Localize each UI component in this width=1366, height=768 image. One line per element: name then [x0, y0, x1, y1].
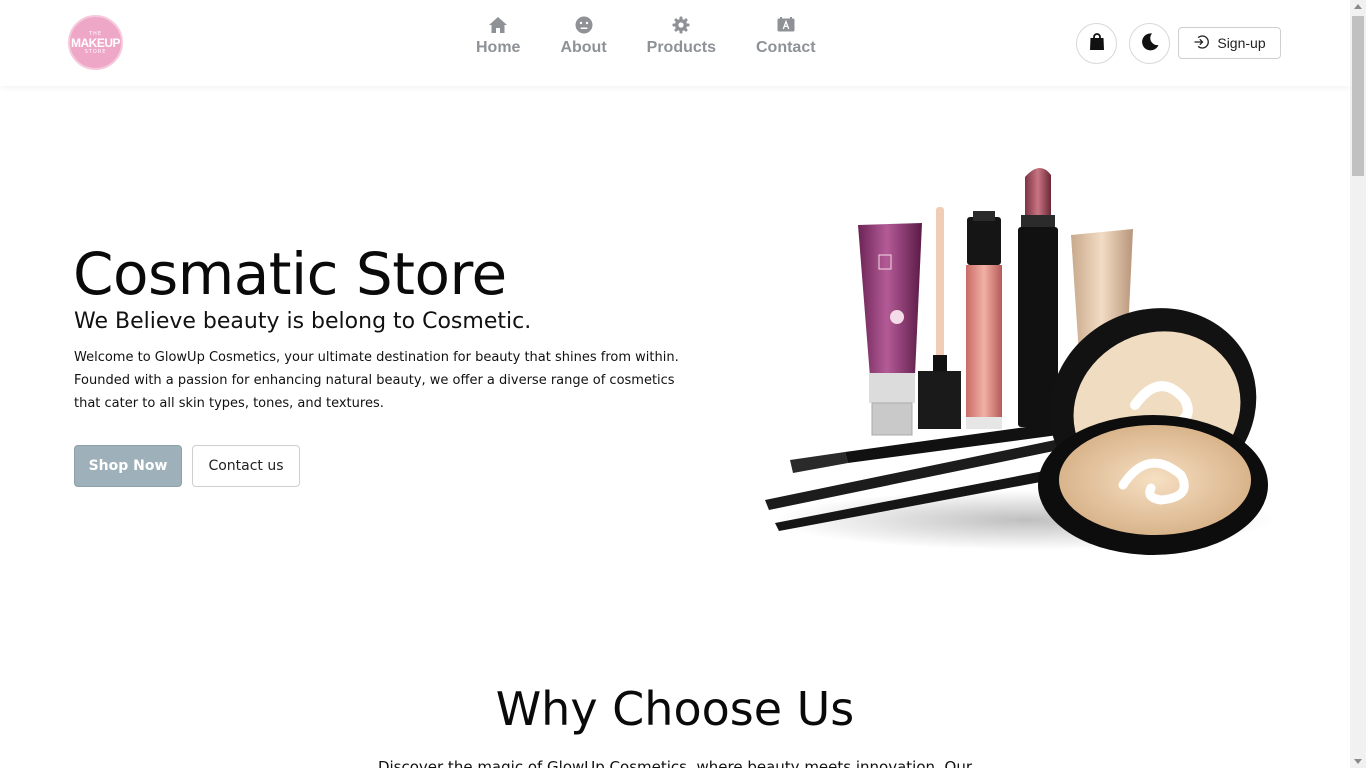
navbar: THE MAKEUP STORE Home About Products Con… [0, 0, 1350, 86]
cart-button[interactable] [1076, 23, 1117, 64]
shopping-bag-icon [1089, 33, 1105, 54]
nav-item-about[interactable]: About [560, 15, 607, 57]
nav-label-contact: Contact [756, 39, 816, 56]
logo-main-text: MAKEUP [70, 35, 121, 50]
hero-title: Cosmatic Store [73, 240, 507, 308]
home-icon [488, 15, 508, 35]
page-scrollbar[interactable] [1350, 0, 1366, 768]
moon-icon [1140, 32, 1160, 55]
why-choose-us-description: Discover the magic of GlowUp Cosmetics, … [377, 758, 973, 768]
scroll-up-arrow-icon[interactable] [1354, 4, 1362, 9]
nav-item-home[interactable]: Home [476, 15, 520, 57]
nav-label-home: Home [476, 39, 521, 56]
scroll-down-arrow-icon[interactable] [1354, 759, 1362, 764]
contact-card-icon [776, 15, 796, 35]
contact-us-button[interactable]: Contact us [192, 445, 300, 487]
hero-description: Welcome to GlowUp Cosmetics, your ultima… [74, 350, 679, 411]
shop-now-button[interactable]: Shop Now [74, 445, 182, 487]
gear-icon [671, 15, 691, 35]
signup-button[interactable]: Sign-up [1178, 27, 1281, 59]
why-choose-us-title: Why Choose Us [495, 682, 855, 736]
sign-in-icon [1193, 34, 1210, 53]
logo-bottom-text: STORE [84, 48, 107, 55]
hero-subtitle: We Believe beauty is belong to Cosmetic. [74, 309, 532, 334]
hero-cosmetics-image [755, 155, 1285, 575]
nav-item-contact[interactable]: Contact [756, 15, 816, 57]
main-nav: Home About Products Contact [476, 15, 856, 57]
face-icon [574, 15, 594, 35]
nav-label-about: About [560, 39, 607, 56]
signup-label: Sign-up [1217, 35, 1266, 51]
scrollbar-thumb[interactable] [1352, 16, 1364, 176]
theme-toggle-button[interactable] [1129, 23, 1170, 64]
nav-label-products: Products [646, 39, 716, 56]
nav-item-products[interactable]: Products [647, 15, 716, 57]
brand-logo[interactable]: THE MAKEUP STORE [68, 15, 123, 70]
